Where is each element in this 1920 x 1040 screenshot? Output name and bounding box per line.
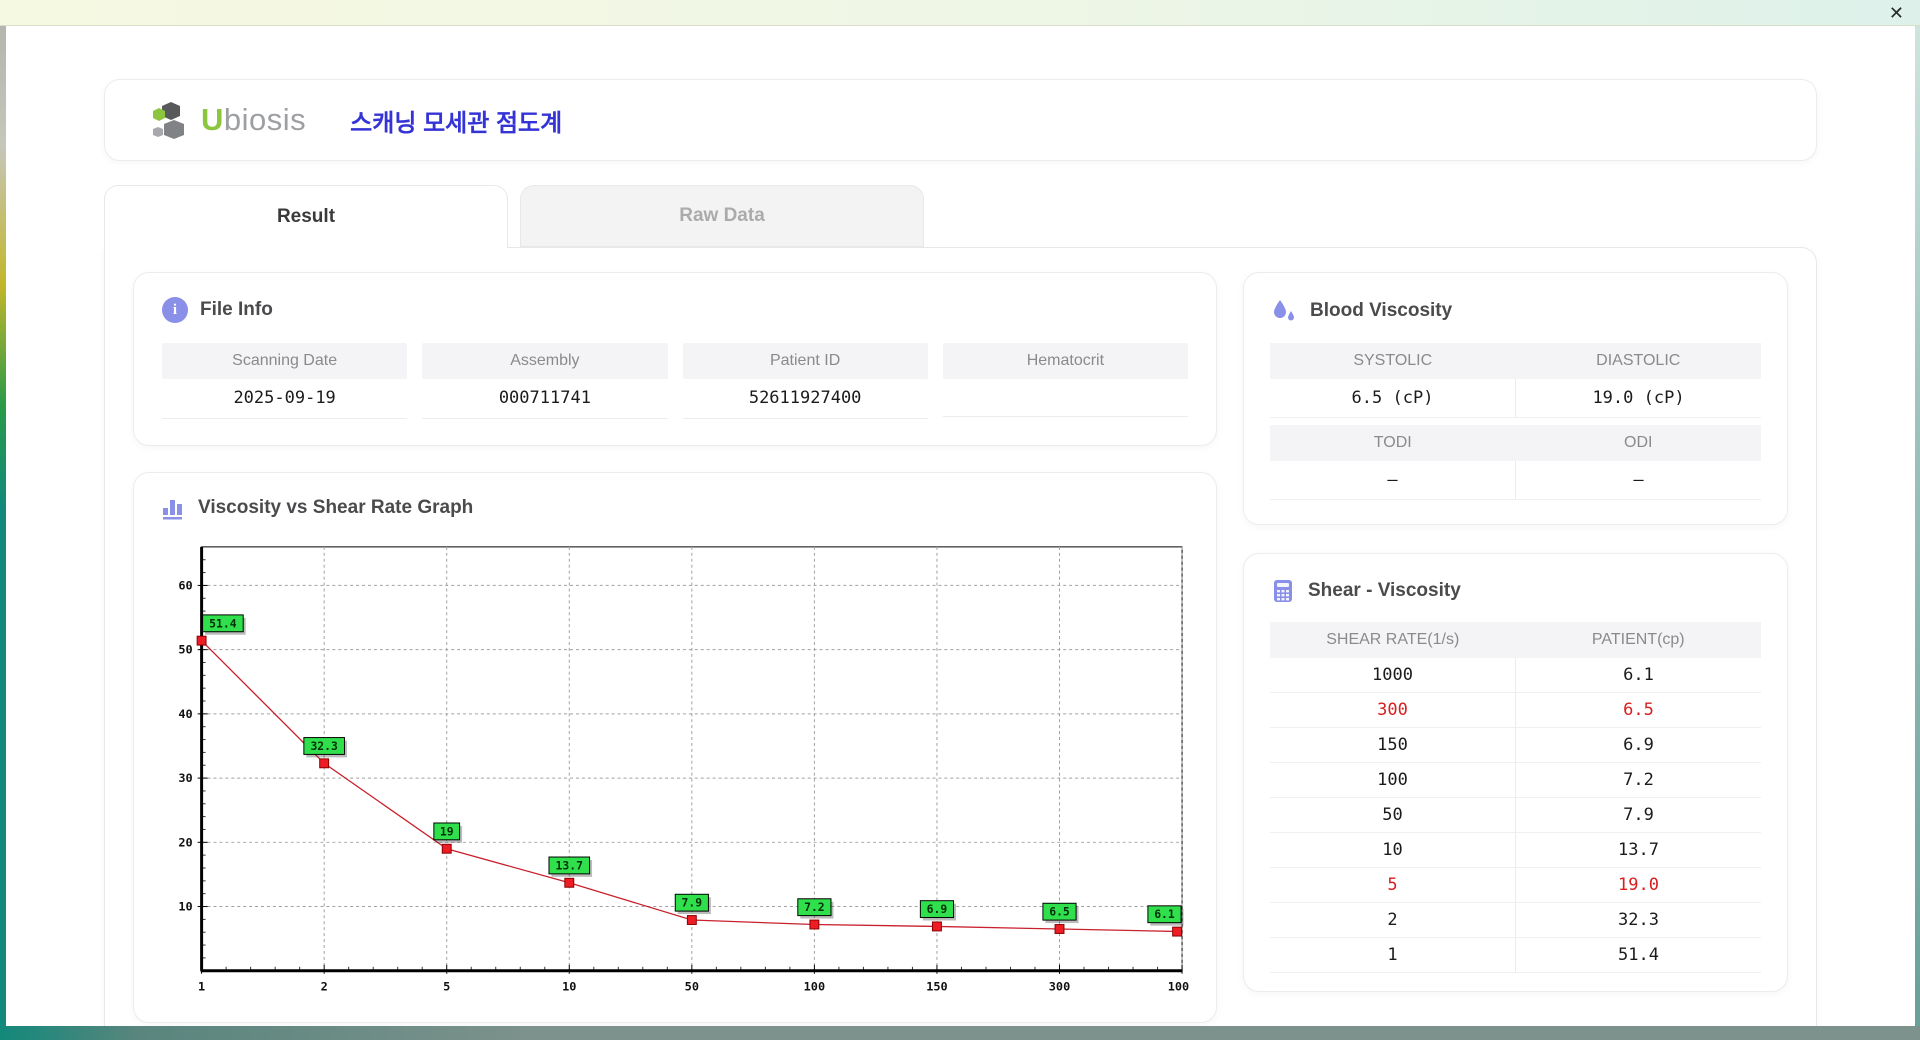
table-row: 1000 6.1 [1270, 658, 1761, 693]
blood-viscosity-table: SYSTOLIC DIASTOLIC 6.5 (cP) 19.0 (cP) TO… [1270, 343, 1761, 500]
field-assembly: Assembly 000711741 [422, 343, 668, 419]
svg-text:60: 60 [178, 578, 192, 592]
table-row: 10 13.7 [1270, 833, 1761, 868]
file-info-fields: Scanning Date 2025-09-19 Assembly 000711… [162, 343, 1188, 419]
ubiosis-logo-icon [153, 102, 184, 139]
svg-text:6.5: 6.5 [1049, 905, 1070, 919]
svg-text:50: 50 [178, 643, 192, 657]
info-icon: i [162, 297, 188, 323]
header-bar: Ubiosis 스캐닝 모세관 점도계 [104, 79, 1817, 161]
col-patient: PATIENT(cp) [1515, 622, 1761, 658]
window-border-right [1915, 26, 1920, 1026]
tab-result[interactable]: Result [104, 185, 508, 248]
svg-text:100: 100 [804, 980, 825, 994]
field-patient-id: Patient ID 52611927400 [682, 343, 928, 419]
viscosity-shear-chart: 10 20 30 40 50 60 1 2 5 10 50 100 150 300 1000 51.4 32.3… [160, 535, 1190, 1008]
svg-text:20: 20 [178, 835, 192, 849]
file-info-title: File Info [200, 299, 273, 320]
svg-text:10: 10 [178, 899, 192, 913]
result-panel: i File Info Scanning Date 2025-09-19 Ass… [104, 247, 1817, 1026]
tab-bar: Result Raw Data [104, 185, 1817, 248]
file-info-section: i File Info Scanning Date 2025-09-19 Ass… [133, 272, 1217, 446]
col-systolic: SYSTOLIC [1270, 343, 1516, 379]
svg-text:6.9: 6.9 [927, 902, 948, 916]
blood-drops-icon [1270, 297, 1298, 325]
shear-viscosity-table: SHEAR RATE(1/s) PATIENT(cp) 1000 6.1 300 6… [1270, 622, 1761, 973]
odi-value: – [1516, 461, 1761, 500]
window-titlebar: ✕ [0, 0, 1920, 26]
svg-text:30: 30 [178, 771, 192, 785]
svg-text:5: 5 [443, 980, 450, 994]
svg-text:50: 50 [685, 980, 699, 994]
svg-text:7.2: 7.2 [804, 900, 825, 914]
table-row: 300 6.5 [1270, 693, 1761, 728]
table-row: 50 7.9 [1270, 798, 1761, 833]
svg-text:300: 300 [1049, 980, 1070, 994]
systolic-value: 6.5 (cP) [1270, 379, 1516, 418]
col-shear-rate: SHEAR RATE(1/s) [1270, 622, 1516, 658]
col-odi: ODI [1515, 425, 1761, 461]
app-content: Ubiosis 스캐닝 모세관 점도계 Result Raw Data i Fi… [6, 27, 1915, 1026]
field-hematocrit: Hematocrit [942, 343, 1188, 419]
svg-text:19: 19 [440, 824, 454, 838]
svg-text:2: 2 [321, 980, 328, 994]
window-border-bottom [0, 1026, 1920, 1040]
graph-title: Viscosity vs Shear Rate Graph [198, 497, 474, 518]
svg-text:1: 1 [198, 980, 205, 994]
table-row: 5 19.0 [1270, 868, 1761, 903]
page-title: 스캐닝 모세관 점도계 [350, 109, 563, 137]
svg-text:10: 10 [562, 980, 576, 994]
calculator-icon [1270, 578, 1296, 604]
field-scanning-date: Scanning Date 2025-09-19 [162, 343, 408, 419]
blood-viscosity-title: Blood Viscosity [1310, 300, 1453, 321]
svg-text:13.7: 13.7 [556, 858, 583, 872]
shear-viscosity-title: Shear - Viscosity [1308, 580, 1461, 601]
tab-raw-data[interactable]: Raw Data [520, 185, 924, 247]
table-row: 1 51.4 [1270, 938, 1761, 973]
ubiosis-logo: Ubiosis [147, 94, 306, 146]
close-icon[interactable]: ✕ [1889, 2, 1904, 24]
svg-text:32.3: 32.3 [310, 739, 338, 753]
diastolic-value: 19.0 (cP) [1516, 379, 1761, 418]
window-border-left [0, 26, 6, 1026]
table-row: 150 6.9 [1270, 728, 1761, 763]
table-row: 2 32.3 [1270, 903, 1761, 938]
col-todi: TODI [1270, 425, 1516, 461]
blood-viscosity-section: Blood Viscosity SYSTOLIC DIASTOLIC 6.5 (… [1243, 272, 1788, 525]
col-diastolic: DIASTOLIC [1515, 343, 1761, 379]
svg-text:6.1: 6.1 [1154, 907, 1175, 921]
table-row: 100 7.2 [1270, 763, 1761, 798]
svg-text:7.9: 7.9 [682, 896, 703, 910]
todi-value: – [1270, 461, 1516, 500]
svg-text:1000: 1000 [1168, 980, 1190, 994]
brand-text: Ubiosis [201, 102, 307, 137]
viscosity-graph-section: Viscosity vs Shear Rate Graph 10 20 30 40 50… [133, 472, 1217, 1024]
svg-text:150: 150 [926, 980, 947, 994]
shear-viscosity-section: Shear - Viscosity SHEAR RATE(1/s) PATIEN… [1243, 553, 1788, 992]
svg-text:40: 40 [178, 707, 192, 721]
svg-text:51.4: 51.4 [209, 616, 237, 630]
bar-chart-icon [160, 495, 186, 521]
